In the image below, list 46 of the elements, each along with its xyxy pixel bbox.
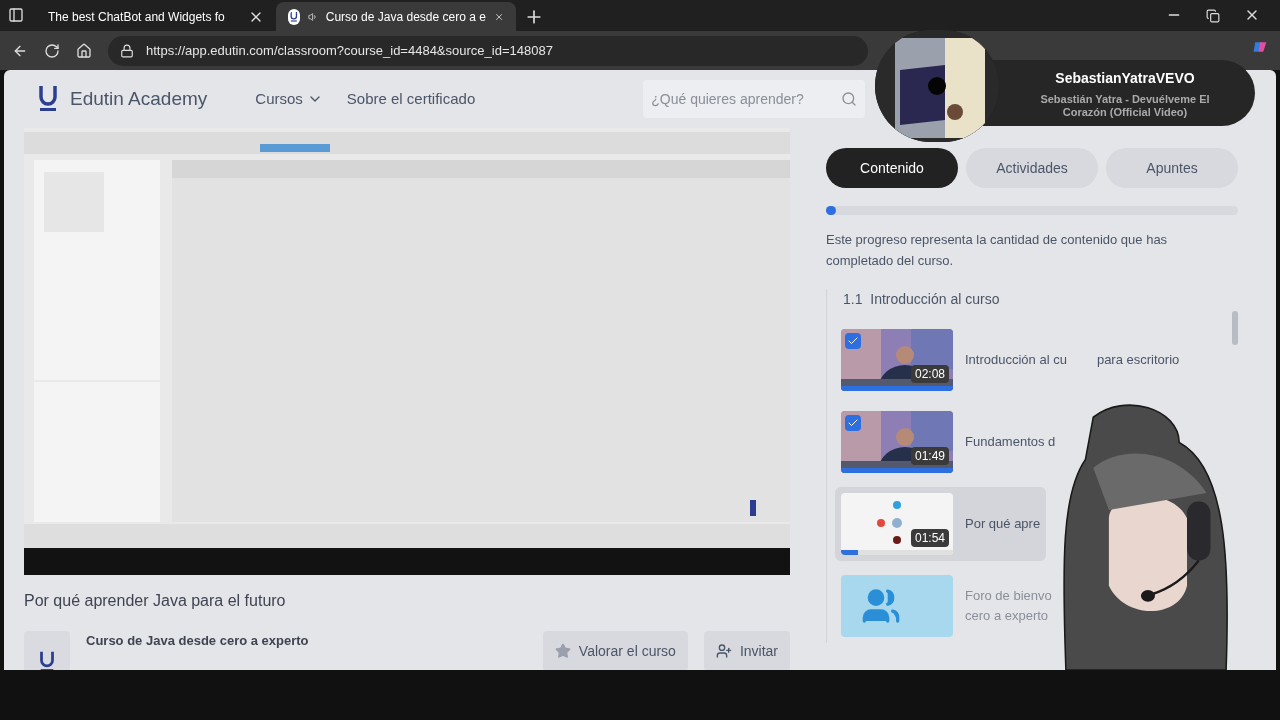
nav-link[interactable]: Sobre el certificado <box>346 87 476 111</box>
restore-icon[interactable] <box>1206 9 1220 23</box>
channel-name: SebastianYatraVEVO <box>1055 68 1195 88</box>
address-bar[interactable]: https://app.edutin.com/classroom?course_id=4484&source_id=148087 <box>108 35 868 66</box>
track-title: Sebastián Yatra - Devuélveme El Corazón (Official Video) <box>1039 92 1211 119</box>
add-user-icon <box>715 643 732 659</box>
lesson-title: Por qué apre <box>965 515 1041 533</box>
duration-badge: 01:49 <box>910 447 949 465</box>
tab-title: Curso de Java desde cero a e <box>325 8 486 26</box>
brand-name[interactable]: Edutin Academy <box>70 84 208 114</box>
sidebar-tab[interactable]: Contenido <box>826 148 958 188</box>
progress-note: Este progreso representa la cantidad de contenido que has completado del curso. <box>826 231 1169 270</box>
star-icon <box>554 643 571 659</box>
scrollbar[interactable] <box>1232 311 1238 345</box>
people-icon <box>861 586 901 626</box>
section-heading[interactable]: 1.1 Introducción al curso <box>835 289 1224 317</box>
browser-tab[interactable]: Curso de Java desde cero a e <box>276 2 516 31</box>
lesson-title: Fundamentos d <box>965 433 1056 451</box>
lock-icon <box>120 43 134 58</box>
reload-icon[interactable] <box>44 42 60 59</box>
logo-icon <box>288 8 300 25</box>
sidebar-icon[interactable] <box>8 7 24 23</box>
browser-tab[interactable]: The best ChatBot and Widgets fo <box>36 2 276 31</box>
course-name: Curso de Java desde cero a experto <box>86 632 309 650</box>
duration-badge: 01:54 <box>910 529 949 547</box>
search-field[interactable]: ¿Qué quieres aprender? <box>643 80 866 118</box>
logo-icon <box>39 651 55 670</box>
url-text: https://app.edutin.com/classroom?course_id=4484&source_id=148087 <box>146 41 553 60</box>
lesson-item[interactable]: 01:54 Por qué apre <box>835 487 1047 561</box>
duration-badge: 02:08 <box>910 365 949 383</box>
course-button[interactable]: Valorar el curso <box>542 631 688 670</box>
search-icon <box>841 91 858 107</box>
nav-link[interactable]: Cursos <box>255 87 323 111</box>
course-button[interactable]: Invitar <box>703 631 790 670</box>
logo-icon <box>38 85 58 113</box>
lesson-title: Introducción al cu <box>965 351 1067 369</box>
sidebar-tab[interactable]: Apuntes <box>1106 148 1238 188</box>
lesson-title: cero a experto <box>965 607 1050 625</box>
lesson-title: Por qué aprender Java para el futuro <box>24 591 287 611</box>
lesson-title: para escritorio <box>1096 351 1180 369</box>
home-icon[interactable] <box>76 42 92 59</box>
sidebar-tab[interactable]: Actividades <box>966 148 1098 188</box>
lesson-title: Foro de bienvo <box>965 587 1052 605</box>
tab-title: The best ChatBot and Widgets fo <box>48 8 226 26</box>
lesson-item[interactable]: 02:08 Introducción al cu para escritorio <box>835 323 1186 397</box>
lesson-item[interactable]: 01:49 Fundamentos d <box>835 405 1062 479</box>
